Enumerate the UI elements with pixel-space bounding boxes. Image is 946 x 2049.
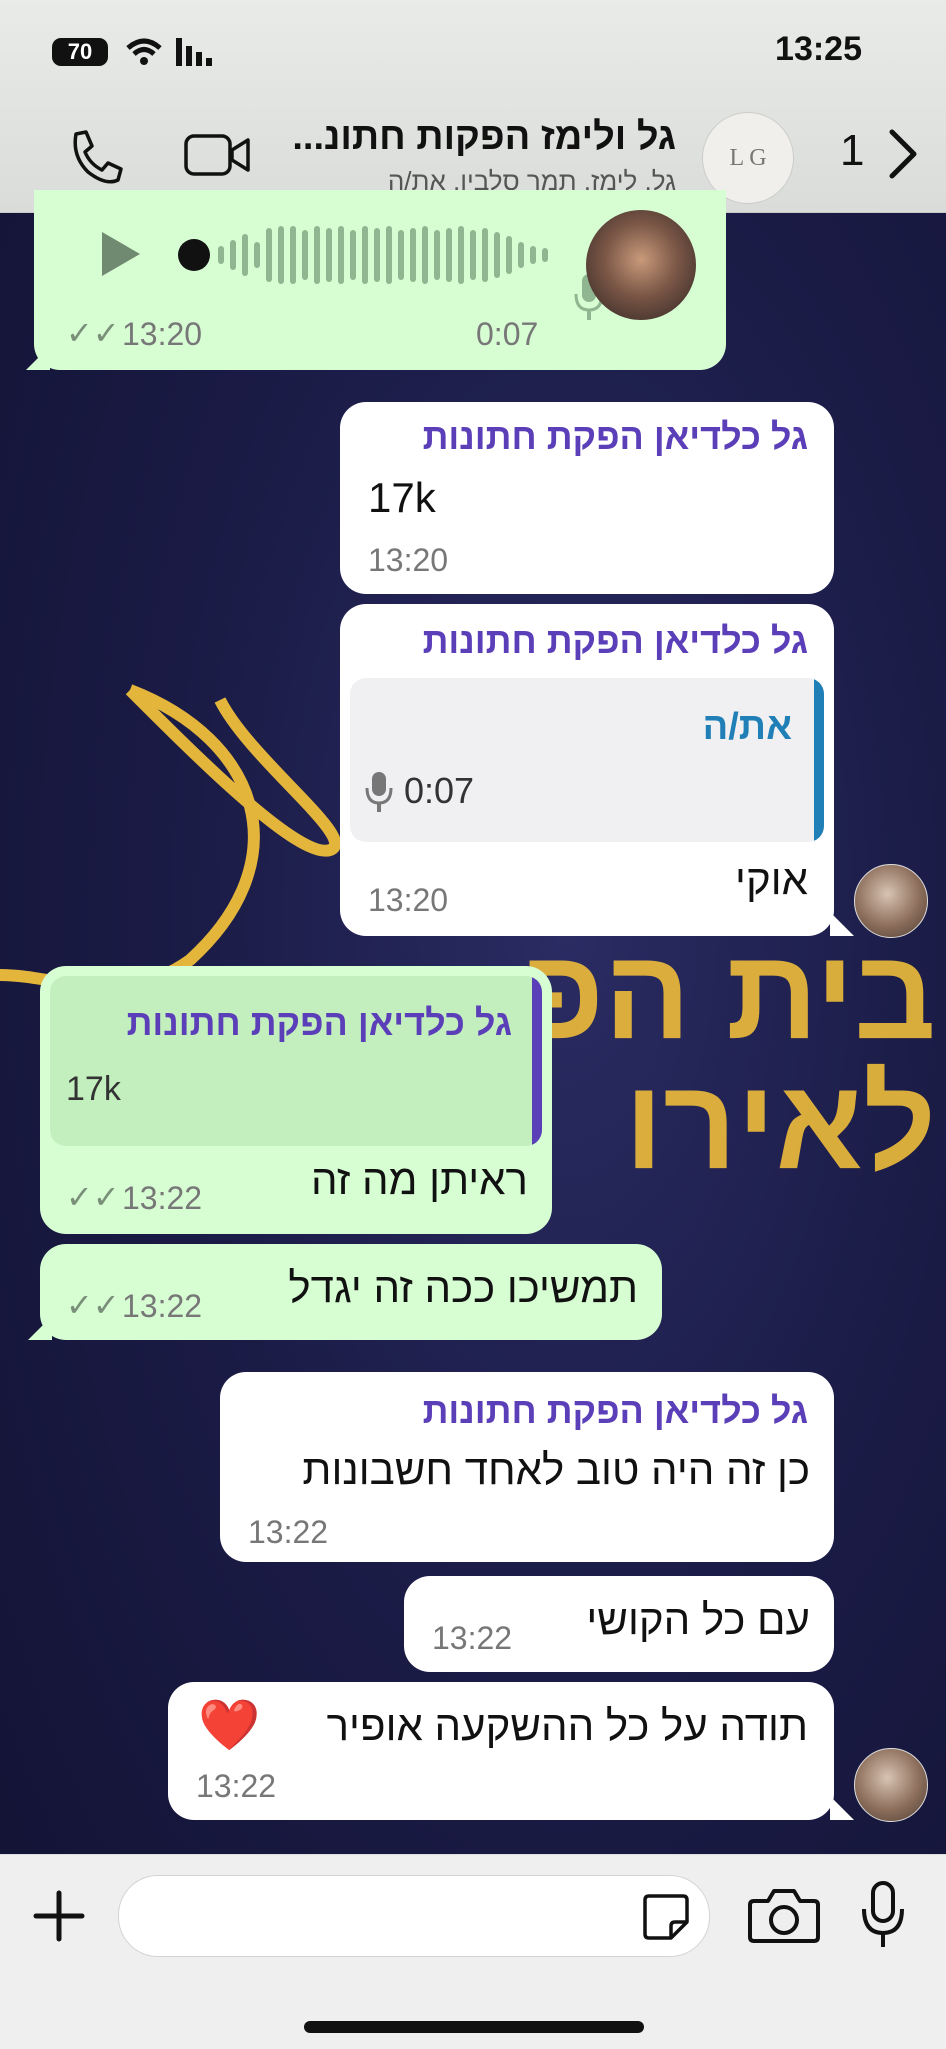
microphone-icon (365, 772, 393, 812)
message-time: 13:20 (122, 316, 203, 352)
message-text: 17k (368, 474, 436, 521)
phone-icon[interactable] (66, 128, 124, 186)
message-bubble[interactable]: גל כלדיאן הפקת חתונות את/ה 0:07 אוקי 13:… (340, 604, 834, 936)
bubble-tail (830, 912, 854, 936)
message-bubble[interactable]: גל כלדיאן הפקת חתונות כן זה היה טוב לאחד… (220, 1372, 834, 1562)
quote-bar (814, 678, 824, 842)
message-time: 13:22 (432, 1620, 513, 1656)
message-time: 13:22 (122, 1180, 203, 1216)
quoted-message[interactable]: את/ה 0:07 (350, 678, 824, 842)
wifi-icon (126, 38, 162, 65)
message-input[interactable] (118, 1875, 710, 1957)
unread-count[interactable]: 1 (840, 126, 864, 176)
status-time: 13:25 (775, 30, 862, 68)
message-sender[interactable]: גל כלדיאן הפקת חתונות (423, 620, 808, 662)
wallpaper-text-line2: לאירו (624, 1053, 937, 1196)
message-text: עם כל הקושי (586, 1596, 810, 1643)
message-text: אוקי (735, 856, 808, 903)
message-bubble[interactable]: תמשיכו ככה זה יגדל ✓✓ 13:22 (40, 1244, 662, 1340)
message-text: כן זה היה טוב לאחד חשבונות (302, 1446, 810, 1493)
message-bubble[interactable]: גל כלדיאן הפקת חתונות 17k 13:20 (340, 402, 834, 594)
sticker-icon[interactable] (641, 1892, 691, 1942)
quoted-message[interactable]: גל כלדיאן הפקת חתונות 17k (50, 976, 542, 1146)
message-time: 13:20 (368, 882, 449, 918)
wallpaper-text: בית הפ לאירו (521, 930, 936, 1190)
plus-icon[interactable] (32, 1889, 86, 1943)
quote-text: 0:07 (404, 770, 475, 811)
double-check-icon: ✓✓ (66, 1179, 120, 1215)
voice-message-bubble[interactable]: ✓✓ 13:20 0:07 (34, 190, 726, 370)
quote-author: את/ה (702, 706, 792, 748)
heart-emoji: ❤️ (198, 1697, 261, 1753)
home-indicator[interactable] (304, 2021, 644, 2033)
quote-bar (532, 976, 542, 1146)
chevron-right-icon[interactable] (884, 126, 924, 182)
voice-duration: 0:07 (476, 316, 539, 352)
play-icon[interactable] (98, 230, 142, 278)
bubble-tail (28, 1316, 52, 1340)
signal-icon (176, 38, 212, 66)
message-bubble[interactable]: תודה על כל ההשקעה אופיר ❤️ 13:22 (168, 1682, 834, 1820)
voice-waveform[interactable] (174, 220, 574, 290)
camera-icon[interactable] (748, 1885, 820, 1945)
sender-avatar[interactable] (854, 864, 928, 938)
video-icon[interactable] (184, 130, 252, 180)
double-check-icon: ✓✓ (66, 315, 120, 351)
bubble-tail (830, 1796, 854, 1820)
message-sender[interactable]: גל כלדיאן הפקת חתונות (423, 416, 808, 458)
message-time: 13:22 (122, 1288, 203, 1324)
message-text: תמשיכו ככה זה יגדל (288, 1264, 638, 1311)
message-text: ראיתן מה זה (311, 1156, 528, 1203)
message-text: תודה על כל ההשקעה אופיר (326, 1702, 808, 1749)
sender-avatar[interactable] (854, 1748, 928, 1822)
message-bubble[interactable]: גל כלדיאן הפקת חתונות 17k ראיתן מה זה ✓✓… (40, 966, 552, 1234)
quote-author: גל כלדיאן הפקת חתונות (126, 1002, 512, 1043)
message-time: 13:22 (248, 1514, 329, 1550)
sender-avatar[interactable] (586, 210, 696, 320)
microphone-icon[interactable] (858, 1881, 908, 1951)
chat-header: 70 13:25 גל ולימז הפקות חתונ... גל, לימז… (0, 0, 946, 213)
bubble-tail (26, 346, 50, 370)
wallpaper-text-line1: בית הפ (520, 923, 936, 1066)
message-time: 13:20 (368, 542, 449, 578)
message-sender[interactable]: גל כלדיאן הפקת חתונות (423, 1390, 808, 1432)
quote-text: 17k (66, 1070, 121, 1108)
battery-indicator: 70 (52, 38, 108, 66)
message-composer (0, 1854, 946, 2049)
message-bubble[interactable]: עם כל הקושי 13:22 (404, 1576, 834, 1672)
message-time: 13:22 (196, 1768, 277, 1804)
chat-title[interactable]: גל ולימז הפקות חתונ... (292, 116, 676, 159)
double-check-icon: ✓✓ (66, 1287, 120, 1323)
